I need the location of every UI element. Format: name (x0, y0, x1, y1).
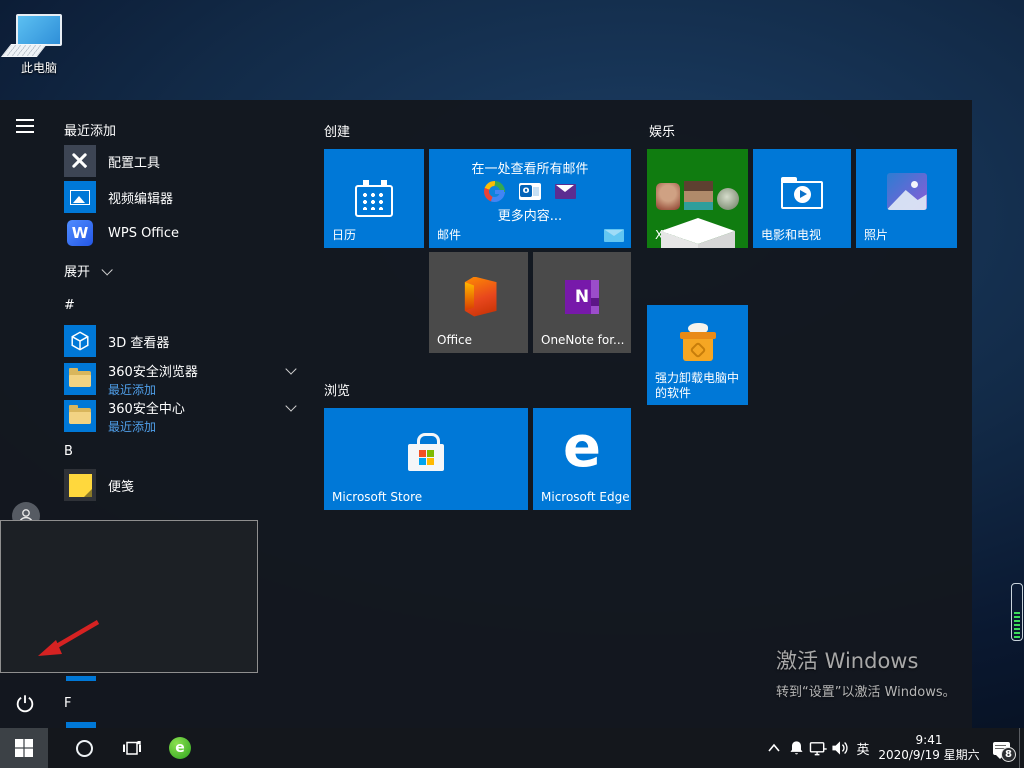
activate-windows-watermark: 激活 Windows 转到“设置”以激活 Windows。 (776, 649, 956, 700)
notification-bell-button[interactable] (785, 728, 807, 768)
group-header-entertainment: 娱乐 (649, 125, 676, 140)
task-view-button[interactable] (112, 728, 152, 768)
app-item-360-browser[interactable]: 360安全浏览器 最近添加 (64, 361, 198, 397)
mail-promo-more: 更多内容... (497, 209, 563, 224)
app-item-sticky-notes[interactable]: 便笺 (64, 469, 134, 501)
section-header-f[interactable]: F (64, 696, 71, 711)
start-button[interactable] (0, 728, 48, 768)
hamburger-menu-icon[interactable] (16, 119, 34, 133)
clock-time: 9:41 (915, 733, 943, 747)
cortana-search-button[interactable] (64, 728, 104, 768)
clock-date: 2020/9/19 星期六 (878, 748, 980, 762)
tile-microsoft-edge[interactable]: e Microsoft Edge (533, 408, 631, 510)
app-item-wps-office[interactable]: W WPS Office (64, 217, 179, 249)
mail-envelope-icon (604, 229, 624, 242)
outlook-icon (519, 183, 541, 200)
this-pc-icon (0, 14, 70, 57)
taskbar-clock[interactable]: 9:41 2020/9/19 星期六 (875, 733, 983, 763)
expand-button[interactable]: 展开 (64, 261, 113, 280)
browser-360-button[interactable]: e (160, 728, 200, 768)
show-desktop-button[interactable] (1019, 728, 1024, 768)
taskbar: e 英 9:41 2020/9/19 星期六 8 (0, 728, 1024, 768)
onenote-logo-icon: N (533, 252, 631, 341)
app-item-config-tool[interactable]: 配置工具 (64, 145, 160, 177)
xbox-avatars-image (647, 181, 748, 210)
action-center-button[interactable]: 8 (983, 728, 1019, 768)
uninstall-bin-icon (647, 305, 748, 379)
tile-xbox[interactable]: Xbox (647, 149, 748, 248)
group-header-browse: 浏览 (324, 384, 351, 399)
office-logo-icon (429, 252, 528, 341)
tile-photos[interactable]: 照片 (856, 149, 957, 248)
volume-button[interactable] (829, 728, 851, 768)
battery-gauge-widget (1011, 583, 1023, 641)
movies-tv-icon (753, 149, 851, 234)
photos-icon (856, 149, 957, 234)
folder-icon (64, 400, 96, 432)
ime-indicator[interactable]: 英 (851, 739, 875, 758)
tile-onenote[interactable]: N OneNote for... (533, 252, 631, 353)
video-editor-icon (64, 181, 96, 213)
tile-calendar[interactable]: 日历 (324, 149, 424, 248)
chevron-up-icon (768, 743, 780, 752)
edge-logo-icon: e (563, 415, 601, 480)
mail-promo-title: 在一处查看所有邮件 (471, 162, 589, 177)
bell-icon (789, 741, 803, 755)
app-item-video-editor[interactable]: 视频编辑器 (64, 181, 173, 213)
task-view-icon (123, 741, 141, 755)
desktop-screen: { "colors": { "accent": "#0078d7", "xbox… (0, 0, 1024, 768)
power-button[interactable] (14, 693, 38, 717)
group-header-create: 创建 (324, 125, 351, 140)
app-item-3d-viewer[interactable]: 3D 查看器 (64, 325, 169, 357)
tile-microsoft-store[interactable]: Microsoft Store (324, 408, 528, 510)
network-icon (809, 741, 827, 755)
google-icon (484, 181, 505, 202)
tile-mail[interactable]: 在一处查看所有邮件 更多内容... 邮件 (429, 149, 631, 248)
config-tool-icon (64, 145, 96, 177)
tile-office[interactable]: Office (429, 252, 528, 353)
tile-movies-tv[interactable]: 电影和电视 (753, 149, 851, 248)
3d-viewer-icon (64, 325, 96, 357)
show-hidden-icons-button[interactable] (763, 728, 785, 768)
network-button[interactable] (807, 728, 829, 768)
wps-office-icon: W (64, 217, 96, 249)
app-item-360-center[interactable]: 360安全中心 最近添加 (64, 398, 185, 434)
section-header-hash[interactable]: # (64, 298, 75, 313)
cortana-icon (75, 739, 93, 757)
store-bag-icon (324, 408, 528, 496)
white-box-graphic (660, 218, 735, 248)
speaker-icon (831, 741, 848, 755)
desktop-icon-this-pc[interactable]: 此电脑 (0, 14, 70, 76)
this-pc-label: 此电脑 (20, 61, 57, 75)
windows-logo-icon (15, 739, 33, 757)
tile-force-uninstall[interactable]: 强力卸载电脑中的软件 (647, 305, 748, 405)
notification-count-badge: 8 (1001, 747, 1016, 762)
recently-added-header: 最近添加 (64, 124, 117, 139)
section-header-b[interactable]: B (64, 444, 73, 459)
app-icon-fragment (66, 676, 96, 681)
sticky-notes-icon (64, 469, 96, 501)
folder-icon (64, 363, 96, 395)
power-icon (16, 695, 34, 713)
browser-360-icon: e (169, 737, 191, 759)
red-arrow-annotation (38, 620, 100, 656)
purple-mail-icon (555, 184, 576, 199)
